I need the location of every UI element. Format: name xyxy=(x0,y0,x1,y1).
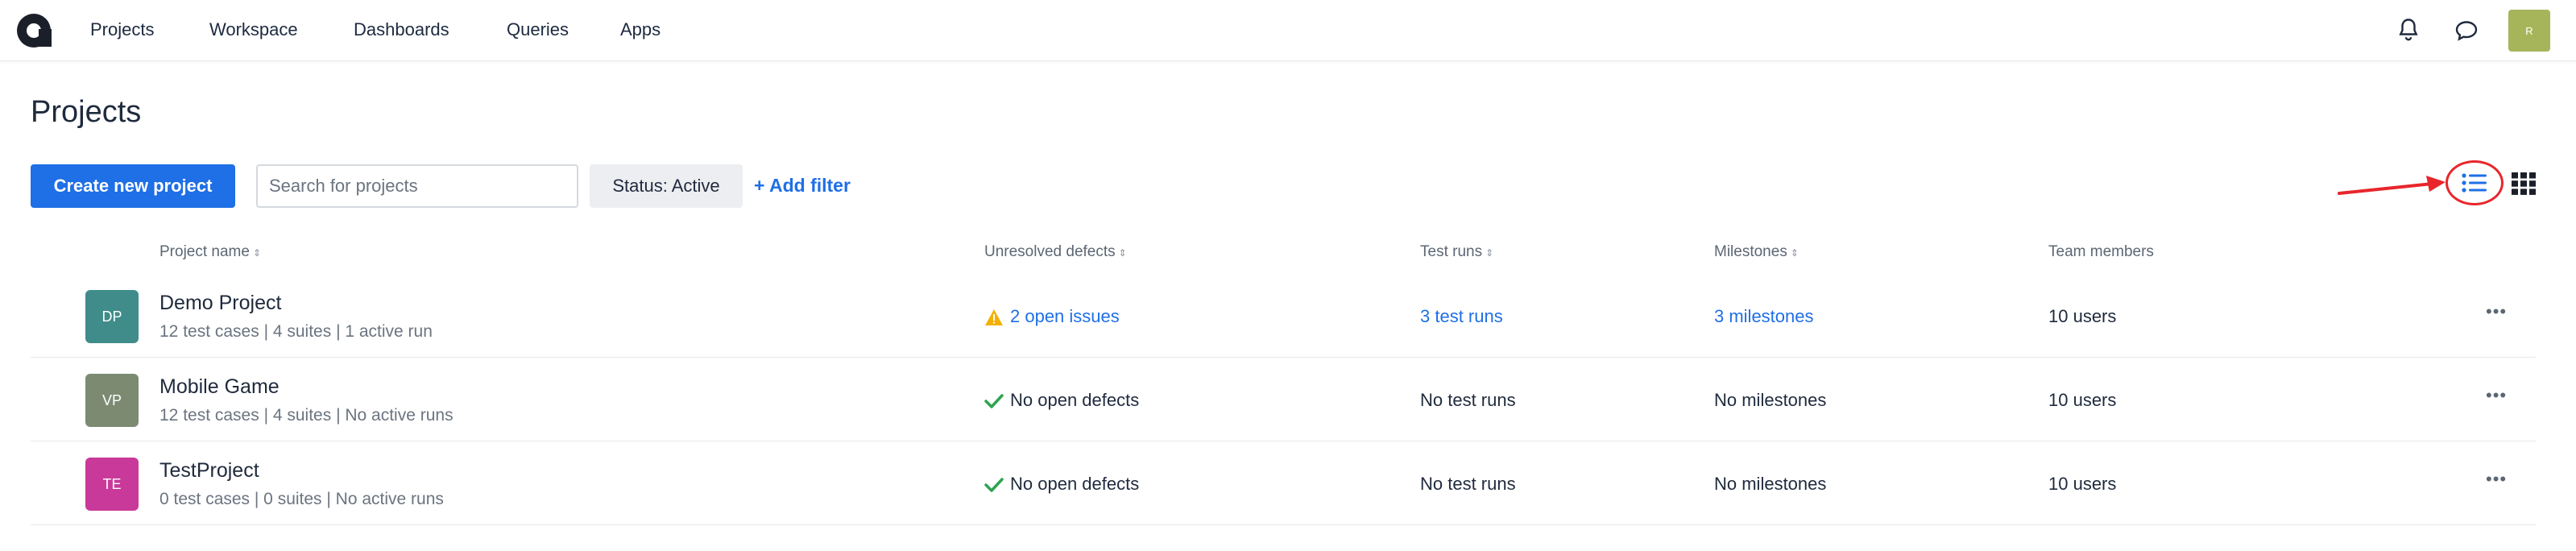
column-header-label: Project name xyxy=(159,243,250,260)
column-header-project-name[interactable]: Project name ⇕ xyxy=(159,243,261,261)
project-avatar-initials: TE xyxy=(102,475,122,492)
search-projects-input[interactable] xyxy=(256,164,578,208)
team-members-value: 10 users xyxy=(2048,390,2117,410)
row-more-options-icon[interactable]: ••• xyxy=(2486,469,2507,490)
project-avatar: TE xyxy=(85,458,139,511)
milestones-value[interactable]: 3 milestones xyxy=(1714,306,1814,327)
team-members-value: 10 users xyxy=(2048,306,2117,326)
test-runs-value[interactable]: 3 test runs xyxy=(1420,306,1503,327)
project-name-link[interactable]: TestProject xyxy=(159,459,259,483)
column-header-unresolved-defects[interactable]: Unresolved defects ⇕ xyxy=(984,243,1127,261)
test-runs-value: No test runs xyxy=(1420,474,1516,494)
checkmark-icon xyxy=(984,394,1004,408)
column-header-milestones[interactable]: Milestones ⇕ xyxy=(1714,243,1799,261)
sort-icon: ⇕ xyxy=(1118,247,1127,259)
unresolved-defects-cell: No open defects xyxy=(984,390,1139,411)
warning-icon xyxy=(985,309,1003,326)
nav-dashboards[interactable]: Dashboards xyxy=(354,19,449,40)
sort-icon: ⇕ xyxy=(252,247,262,259)
team-members-value: 10 users xyxy=(2048,474,2117,494)
unresolved-defects-value[interactable]: 2 open issues xyxy=(1010,306,1120,326)
unresolved-defects-value: No open defects xyxy=(1010,474,1140,494)
test-runs-value: No test runs xyxy=(1420,390,1516,410)
status-filter-label: Status: Active xyxy=(612,176,720,196)
table-row[interactable]: VP Mobile Game 12 test cases | 4 suites | … xyxy=(31,358,2536,441)
top-navigation-bar: Projects Workspace Dashboards Queries Ap… xyxy=(0,0,2576,61)
list-view-icon[interactable] xyxy=(2461,171,2488,195)
unresolved-defects-cell: 2 open issues xyxy=(984,306,1120,327)
project-avatar: VP xyxy=(85,374,139,427)
create-new-project-button[interactable]: Create new project xyxy=(31,164,235,208)
row-more-options-icon[interactable]: ••• xyxy=(2486,301,2507,322)
project-summary: 12 test cases | 4 suites | No active run… xyxy=(159,406,453,425)
column-header-label: Team members xyxy=(2048,243,2154,260)
user-avatar-initials: R xyxy=(2525,24,2533,37)
project-avatar-initials: VP xyxy=(101,392,122,408)
project-summary: 12 test cases | 4 suites | 1 active run xyxy=(159,322,433,341)
annotation-arrow-icon xyxy=(2338,176,2446,195)
notifications-bell-icon[interactable] xyxy=(2394,16,2423,45)
project-summary: 0 test cases | 0 suites | No active runs xyxy=(159,490,444,508)
chat-bubble-icon[interactable] xyxy=(2452,16,2481,45)
unresolved-defects-cell: No open defects xyxy=(984,474,1139,495)
checkmark-icon xyxy=(984,478,1004,492)
nav-workspace[interactable]: Workspace xyxy=(209,19,298,40)
column-header-test-runs[interactable]: Test runs ⇕ xyxy=(1420,243,1493,261)
grid-view-icon[interactable] xyxy=(2512,172,2536,195)
milestones-value: No milestones xyxy=(1714,474,1827,494)
status-filter-chip[interactable]: Status: Active xyxy=(590,164,743,208)
user-avatar[interactable]: R xyxy=(2508,10,2550,52)
unresolved-defects-value: No open defects xyxy=(1010,390,1140,410)
column-header-team-members: Team members xyxy=(2048,243,2154,261)
project-name-link[interactable]: Mobile Game xyxy=(159,375,280,399)
nav-queries[interactable]: Queries xyxy=(507,19,569,40)
project-name-link[interactable]: Demo Project xyxy=(159,292,281,315)
table-row[interactable]: DP Demo Project 12 test cases | 4 suites |… xyxy=(31,274,2536,358)
nav-projects[interactable]: Projects xyxy=(90,19,154,40)
column-header-label: Unresolved defects xyxy=(984,243,1116,260)
table-row[interactable]: TE TestProject 0 test cases | 0 suites | N… xyxy=(31,441,2536,525)
column-header-label: Test runs xyxy=(1420,243,1483,260)
nav-apps[interactable]: Apps xyxy=(620,19,661,40)
sort-icon: ⇕ xyxy=(1485,247,1494,259)
project-avatar: DP xyxy=(85,290,139,343)
milestones-value: No milestones xyxy=(1714,390,1827,410)
page-title: Projects xyxy=(31,95,142,129)
row-more-options-icon[interactable]: ••• xyxy=(2486,385,2507,406)
project-avatar-initials: DP xyxy=(101,308,122,325)
column-header-label: Milestones xyxy=(1714,243,1787,260)
sort-icon: ⇕ xyxy=(1790,247,1799,259)
add-filter-link[interactable]: + Add filter xyxy=(754,175,851,197)
app-logo-icon[interactable] xyxy=(14,11,53,50)
